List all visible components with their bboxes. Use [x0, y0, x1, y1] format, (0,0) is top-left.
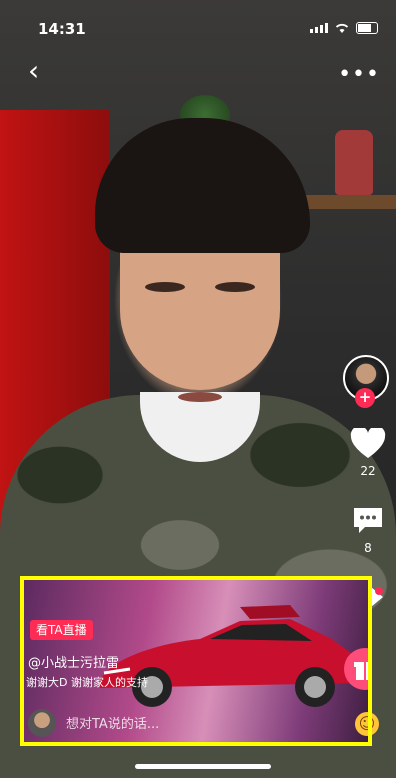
comment-button[interactable]: 8 [350, 505, 386, 555]
follow-plus-button[interactable]: + [355, 388, 375, 408]
stream-description: 谢谢大D 谢谢家人的支持 [26, 676, 148, 689]
like-button[interactable]: 22 [350, 426, 386, 478]
watch-live-tag[interactable]: 看TA直播 [30, 620, 93, 640]
status-time: 14:31 [38, 20, 86, 38]
wifi-icon [335, 23, 349, 33]
bottle-bg [335, 130, 373, 195]
streamer-hair [95, 118, 310, 253]
back-button[interactable]: ‹ [28, 57, 50, 85]
gift-button[interactable] [344, 648, 372, 690]
like-count: 22 [360, 464, 376, 478]
more-options-button[interactable]: ••• [338, 62, 380, 87]
mouth [178, 392, 222, 402]
gift-icon [354, 662, 372, 680]
live-video-screen: 14:31 ‹ ••• + 22 8 看TA直播 @小战士污拉雷 谢谢大D 谢谢… [0, 0, 396, 778]
user-avatar [28, 709, 56, 737]
heart-icon [350, 426, 386, 458]
emoji-button[interactable]: ☺ [355, 712, 379, 736]
comment-icon [354, 508, 382, 533]
system-icons [310, 22, 378, 34]
comment-count: 8 [364, 541, 372, 555]
signal-icon [310, 23, 328, 33]
comment-bar[interactable]: 想对TA说的话... [22, 703, 372, 745]
sports-car-image [100, 605, 360, 707]
battery-icon [356, 22, 378, 34]
status-bar: 14:31 [0, 18, 396, 42]
streamer-name[interactable]: @小战士污拉雷 [28, 652, 119, 671]
home-indicator [135, 764, 271, 769]
smiley-icon: ☺ [358, 714, 376, 733]
live-tag-label: 看TA直播 [36, 623, 87, 637]
left-eye [145, 282, 185, 292]
right-eye [215, 282, 255, 292]
comment-input[interactable]: 想对TA说的话... [66, 713, 159, 732]
